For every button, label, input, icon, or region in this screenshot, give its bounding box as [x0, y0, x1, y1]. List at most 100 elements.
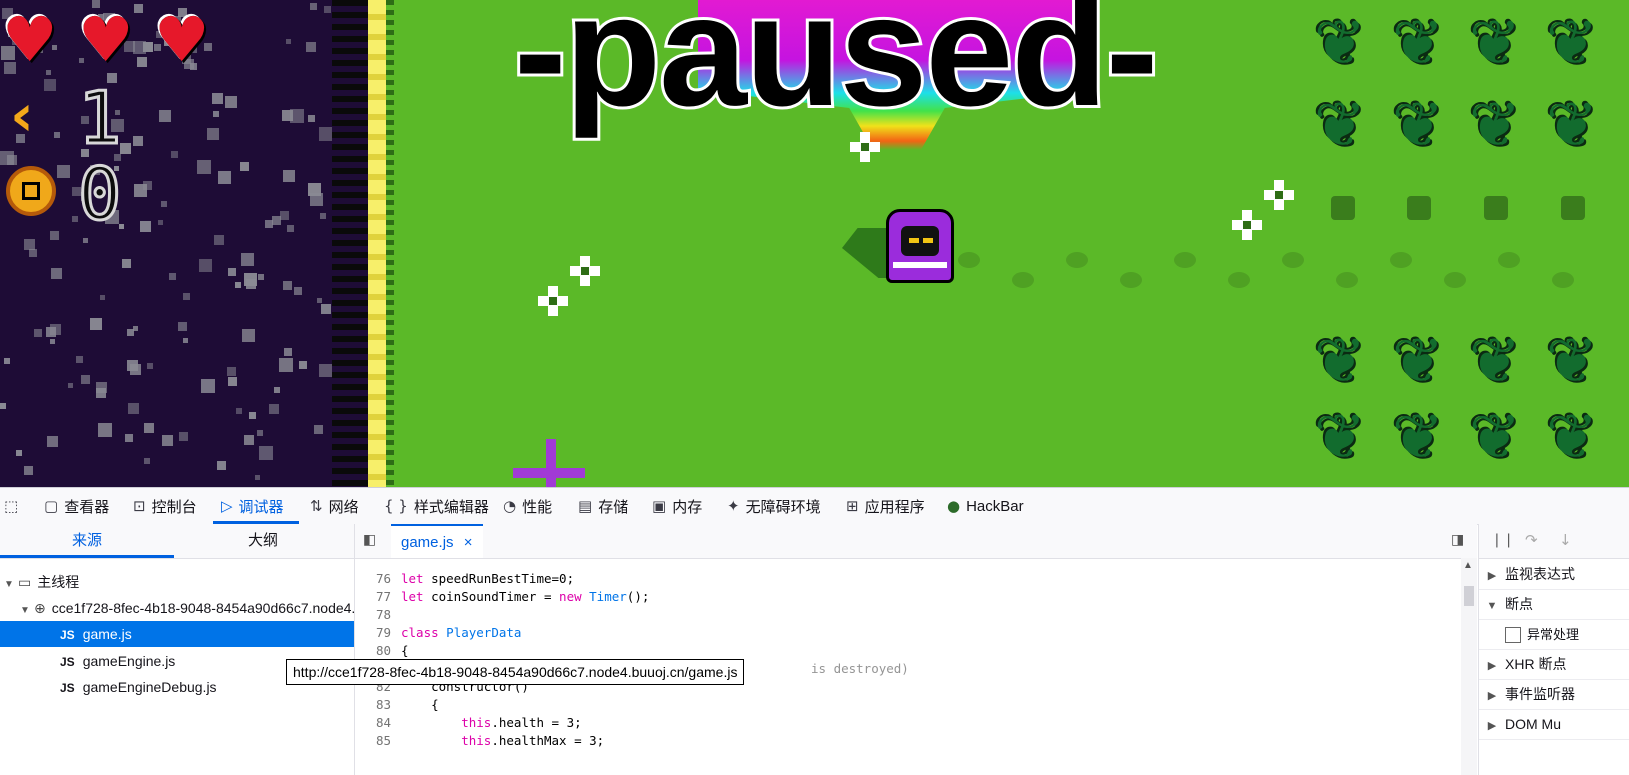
bush-tile: ❦ — [1469, 88, 1521, 161]
expand-arrow-icon: ▶ — [1487, 570, 1497, 582]
tab-console[interactable]: ⊡ 控制台 — [133, 488, 197, 524]
star-speck — [317, 298, 322, 303]
coin-icon — [6, 166, 56, 216]
tab-performance[interactable]: ◔ 性能 — [503, 488, 552, 524]
code-line[interactable]: 77 let coinSoundTimer = new Timer(); — [355, 588, 1455, 606]
bush-tile: ❦ — [1392, 6, 1444, 79]
line-number[interactable]: 78 — [355, 606, 391, 624]
url-tooltip: http://cce1f728-8fec-4b18-9048-8454a90d6… — [286, 659, 745, 685]
xhr-breakpoints[interactable]: ▶ XHR 断点 — [1479, 649, 1629, 680]
line-number[interactable]: 79 — [355, 624, 391, 642]
star-speck — [144, 458, 150, 464]
star-speck — [162, 435, 173, 446]
code-line[interactable]: 78 — [355, 606, 1455, 624]
path-shadow — [1120, 272, 1142, 288]
dom-mutation-breakpoints[interactable]: ▶ DOM Mu — [1479, 709, 1629, 740]
star-speck — [235, 282, 241, 288]
border-strip — [368, 0, 386, 487]
tab-hackbar[interactable]: ● HackBar — [947, 488, 1024, 524]
bush-tile: ❦ — [1546, 400, 1598, 473]
tab-network[interactable]: ⇅ 网络 — [310, 488, 359, 524]
editor-scrollbar[interactable]: ▲ — [1461, 558, 1477, 775]
bush-tile: ❦ — [1314, 324, 1366, 397]
tree-file-game-js[interactable]: JS game.js — [0, 621, 354, 647]
tab-memory[interactable]: ▣ 内存 — [652, 488, 702, 524]
star-speck — [183, 293, 190, 300]
flower — [1264, 180, 1294, 210]
tab-inspector[interactable]: ▢ 查看器 — [44, 488, 109, 524]
star-speck — [212, 93, 223, 104]
tab-outline[interactable]: 大纲 — [176, 524, 350, 558]
star-speck — [240, 162, 249, 171]
code-line[interactable]: 76 let speedRunBestTime=0; — [355, 570, 1455, 588]
breakpoints-section[interactable]: ▼ 断点 — [1479, 589, 1629, 620]
pause-on-exceptions[interactable]: 异常处理 — [1479, 619, 1629, 650]
toggle-sidebar-icon[interactable]: ◧ — [363, 532, 381, 550]
code-line[interactable]: 84 this.health = 3; — [355, 714, 1455, 732]
element-picker-button[interactable]: ⬚ — [4, 488, 18, 524]
star-speck — [236, 408, 242, 414]
network-icon: ⇅ — [310, 497, 323, 515]
code-line[interactable]: 85 this.healthMax = 3; — [355, 732, 1455, 750]
line-number[interactable]: 80 — [355, 642, 391, 660]
wall-edge — [332, 0, 372, 487]
devtools-panel: ⬚ ▢ 查看器 ⊡ 控制台 ▷ 调试器 ⇅ 网络 { } 样式编辑器 ◔ 性能 ▤ 存储 ▣ 内… — [0, 487, 1629, 775]
star-speck — [171, 151, 178, 158]
star-speck — [159, 110, 171, 122]
star-speck — [143, 181, 152, 190]
code-line[interactable]: 83 { — [355, 696, 1455, 714]
bombs-count: 1 — [76, 76, 122, 160]
flower — [570, 256, 600, 286]
debug-controls: ❘❘ ↷ ↓ — [1479, 524, 1629, 559]
heart-icon: ♥ — [154, 3, 210, 76]
bush-tile: ❦ — [1392, 400, 1444, 473]
code-line[interactable]: 80{ — [355, 642, 1455, 660]
line-number[interactable]: 83 — [355, 696, 391, 714]
game-canvas[interactable]: ♥ ♥ ♥ ‹ 1 0 -paused- ❦ ❦ ❦ ❦ ❦ ❦ ❦ ❦ ❦ ❦ ❦ ❦ ❦ ❦ ❦ ❦ — [0, 0, 1629, 487]
step-over-icon[interactable]: ↷ — [1525, 531, 1538, 549]
paused-label: -paused- — [511, 0, 1161, 139]
code-line[interactable]: 79 class PlayerData — [355, 624, 1455, 642]
braces-icon: { } — [384, 497, 408, 515]
scroll-up-icon[interactable]: ▲ — [1463, 560, 1473, 571]
close-icon[interactable]: × — [464, 534, 473, 551]
tab-debugger[interactable]: ▷ 调试器 — [221, 488, 284, 524]
star-speck — [183, 338, 188, 343]
tab-application[interactable]: ⊞ 应用程序 — [846, 488, 925, 524]
toggle-panel-icon[interactable]: ◨ — [1451, 532, 1469, 550]
star-speck — [96, 388, 106, 398]
tab-accessibility[interactable]: ✦ 无障碍环境 — [727, 488, 821, 524]
hackbar-icon: ● — [947, 497, 961, 515]
step-in-icon[interactable]: ↓ — [1559, 531, 1572, 549]
tree-main-thread[interactable]: ▼ ▭ 主线程 — [0, 569, 354, 595]
bush-tile: ❦ — [1469, 324, 1521, 397]
star-speck — [306, 42, 316, 52]
star-speck — [133, 136, 143, 146]
line-number[interactable]: 77 — [355, 588, 391, 606]
star-speck — [259, 446, 273, 460]
star-speck — [51, 268, 62, 279]
event-listener-breakpoints[interactable]: ▶ 事件监听器 — [1479, 679, 1629, 710]
sources-pane: 来源 大纲 ▼ ▭ 主线程 ▼ ⊕ cce1f728-8fec-4b18-9048-84… — [0, 524, 355, 775]
grid-icon: ⊞ — [846, 497, 859, 515]
scroll-thumb[interactable] — [1464, 586, 1474, 606]
star-speck — [169, 273, 176, 280]
line-number[interactable]: 84 — [355, 714, 391, 732]
tab-game-js[interactable]: game.js × — [391, 524, 483, 558]
line-number[interactable]: 85 — [355, 732, 391, 750]
star-speck — [100, 295, 105, 300]
tab-style-editor[interactable]: { } 样式编辑器 — [384, 488, 489, 524]
pause-icon[interactable]: ❘❘ — [1491, 532, 1514, 548]
tab-storage[interactable]: ▤ 存储 — [578, 488, 628, 524]
star-speck — [249, 412, 256, 419]
line-number[interactable]: 76 — [355, 570, 391, 588]
tab-sources[interactable]: 来源 — [0, 524, 174, 558]
tree-origin[interactable]: ▼ ⊕ cce1f728-8fec-4b18-9048-8454a90d66c7.n… — [0, 595, 354, 621]
star-speck — [283, 281, 292, 290]
watch-expressions[interactable]: ▶ 监视表达式 — [1479, 559, 1629, 590]
storage-icon: ▤ — [578, 497, 593, 515]
star-speck — [68, 383, 73, 388]
active-tab-indicator — [0, 555, 174, 558]
star-speck — [265, 220, 273, 228]
pause-exceptions-checkbox[interactable] — [1505, 627, 1521, 644]
